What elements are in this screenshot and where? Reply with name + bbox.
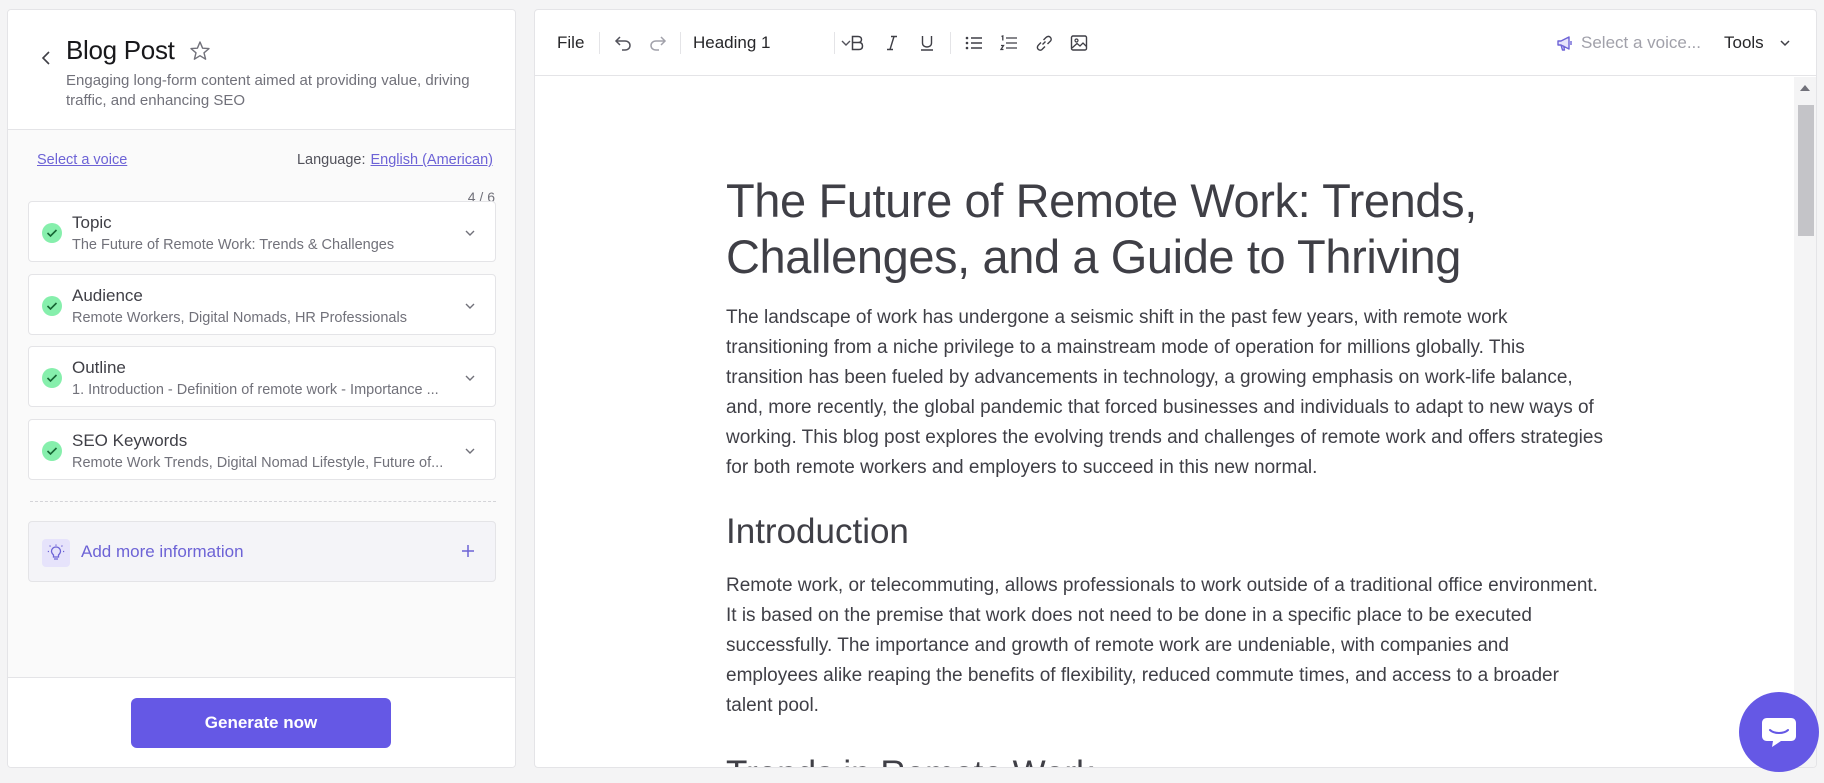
document-body[interactable]: The Future of Remote Work: Trends, Chall… xyxy=(535,77,1793,767)
redo-button[interactable] xyxy=(646,31,670,55)
link-icon xyxy=(1036,35,1052,51)
bullet-list-icon xyxy=(965,36,982,50)
generate-now-button[interactable]: Generate now xyxy=(131,698,391,748)
voice-language-row: Select a voice Language: English (America… xyxy=(37,152,493,168)
language-link[interactable]: English (American) xyxy=(371,152,494,168)
chat-support-button[interactable] xyxy=(1739,692,1819,772)
toolbar-separator xyxy=(599,32,600,54)
numbered-list-button[interactable] xyxy=(997,31,1021,55)
underline-icon xyxy=(921,36,933,51)
add-more-label: Add more information xyxy=(81,542,244,561)
chat-bubble-icon xyxy=(1762,718,1796,747)
back-button[interactable] xyxy=(34,46,58,70)
bold-button[interactable] xyxy=(845,31,869,55)
scroll-up-arrow-icon[interactable] xyxy=(1799,83,1811,93)
bullet-list-button[interactable] xyxy=(962,31,986,55)
card-seo-keywords[interactable]: SEO Keywords Remote Work Trends, Digital… xyxy=(28,419,496,480)
bold-icon xyxy=(851,35,864,51)
card-value: 1. Introduction - Definition of remote w… xyxy=(72,382,439,398)
select-voice-link[interactable]: Select a voice xyxy=(37,152,127,168)
check-icon xyxy=(42,368,62,388)
card-topic[interactable]: Topic The Future of Remote Work: Trends … xyxy=(28,201,496,262)
card-audience[interactable]: Audience Remote Workers, Digital Nomads,… xyxy=(28,274,496,335)
section-heading-trends: Trends in Remote Work xyxy=(726,753,1094,767)
language-group: Language: English (American) xyxy=(297,152,493,168)
tools-menu[interactable]: Tools xyxy=(1724,31,1792,55)
lightbulb-icon xyxy=(42,539,70,567)
image-button[interactable] xyxy=(1067,31,1091,55)
italic-icon xyxy=(887,35,897,51)
chevron-left-icon xyxy=(41,51,50,65)
page-title: Blog Post xyxy=(66,35,175,65)
editor-scrollbar[interactable] xyxy=(1794,77,1816,767)
chevron-down-icon xyxy=(465,375,475,381)
card-title: Topic xyxy=(72,213,112,232)
sidebar-header: Blog Post Engaging long-form content aim… xyxy=(8,10,515,130)
undo-icon xyxy=(614,36,631,51)
introduction-paragraph: Remote work, or telecommuting, allows pr… xyxy=(726,575,1598,716)
link-button[interactable] xyxy=(1032,31,1056,55)
toolbar-separator xyxy=(950,32,951,54)
card-title: Outline xyxy=(72,358,126,377)
redo-icon xyxy=(650,36,667,51)
file-menu[interactable]: File xyxy=(557,31,584,55)
image-icon xyxy=(1070,35,1088,51)
divider xyxy=(30,501,496,502)
check-icon xyxy=(42,223,62,243)
card-value: Remote Workers, Digital Nomads, HR Profe… xyxy=(72,310,407,326)
voice-selector[interactable]: Select a voice... xyxy=(1555,31,1705,55)
check-icon xyxy=(42,296,62,316)
page-description: Engaging long-form content aimed at prov… xyxy=(66,72,470,109)
megaphone-icon xyxy=(1557,36,1572,51)
add-more-information-button[interactable]: Add more information xyxy=(28,521,496,582)
underline-button[interactable] xyxy=(915,31,939,55)
section-heading-introduction: Introduction xyxy=(726,512,909,551)
numbered-list-icon xyxy=(999,35,1017,51)
undo-button[interactable] xyxy=(611,31,635,55)
card-title: SEO Keywords xyxy=(72,431,188,450)
block-style-select[interactable]: Heading 1 xyxy=(693,31,853,55)
toolbar-separator xyxy=(834,32,835,54)
card-outline[interactable]: Outline 1. Introduction - Definition of … xyxy=(28,346,496,407)
tools-label: Tools xyxy=(1724,33,1764,52)
voice-placeholder: Select a voice... xyxy=(1581,33,1702,52)
toolbar-separator xyxy=(680,32,681,54)
chevron-down-icon xyxy=(465,303,475,309)
editor-toolbar: File Heading 1 Select a voice... Tools xyxy=(535,10,1816,76)
intro-paragraph: The landscape of work has undergone a se… xyxy=(726,307,1603,478)
scrollbar-thumb[interactable] xyxy=(1798,105,1814,236)
chevron-down-icon xyxy=(1780,40,1790,47)
card-value: Remote Work Trends, Digital Nomad Lifest… xyxy=(72,455,444,471)
sidebar-panel: Blog Post Engaging long-form content aim… xyxy=(7,9,516,768)
block-style-value: Heading 1 xyxy=(693,33,771,52)
italic-button[interactable] xyxy=(880,31,904,55)
chevron-down-icon xyxy=(465,230,475,236)
editor-panel: File Heading 1 Select a voice... Tools T… xyxy=(534,9,1817,768)
sidebar-footer: Generate now xyxy=(8,677,515,767)
language-label: Language: xyxy=(296,152,366,168)
card-title: Audience xyxy=(72,286,143,305)
plus-icon xyxy=(462,545,474,557)
document-title: The Future of Remote Work: Trends, Chall… xyxy=(726,174,1477,283)
card-value: The Future of Remote Work: Trends & Chal… xyxy=(72,237,395,253)
check-icon xyxy=(42,441,62,461)
chevron-down-icon xyxy=(465,448,475,454)
star-icon[interactable] xyxy=(188,39,212,63)
